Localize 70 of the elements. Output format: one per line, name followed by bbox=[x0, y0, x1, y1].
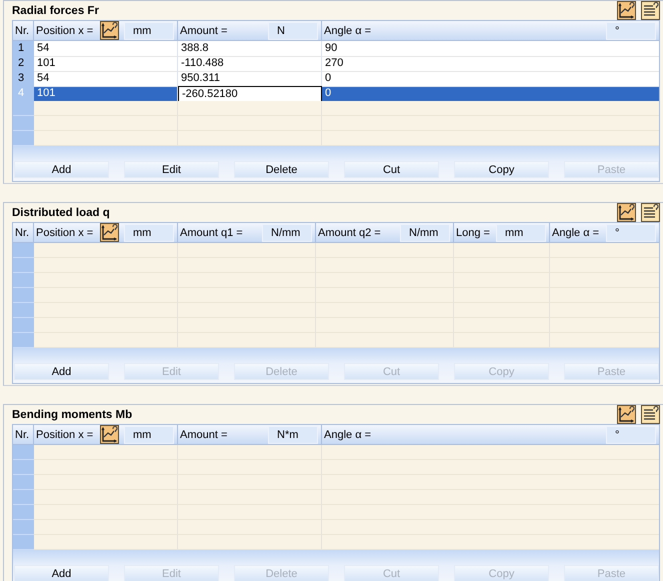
unit-field[interactable]: N*m bbox=[268, 426, 318, 444]
unit-field[interactable]: mm bbox=[124, 426, 174, 444]
row-header[interactable] bbox=[13, 520, 34, 535]
column-header: Position x = bbox=[36, 226, 94, 238]
row-header[interactable] bbox=[13, 475, 34, 490]
column-header: Amount q1 = bbox=[180, 226, 244, 238]
row-number: 4 bbox=[13, 86, 34, 102]
row-number: 1 bbox=[13, 41, 34, 57]
unit-field[interactable]: mm bbox=[496, 224, 546, 242]
row-header[interactable] bbox=[13, 333, 34, 348]
action-button[interactable]: Copy bbox=[454, 161, 549, 178]
unit-field[interactable]: ° bbox=[606, 22, 656, 40]
action-button[interactable]: Add bbox=[14, 161, 109, 178]
row-header[interactable] bbox=[13, 258, 34, 273]
column-header: Amount q2 = bbox=[318, 226, 382, 238]
unit-field[interactable]: N/mm bbox=[262, 224, 312, 242]
column-header: Amount = bbox=[180, 428, 228, 440]
column-header: Position x = bbox=[36, 24, 94, 36]
action-button[interactable]: Add bbox=[14, 363, 109, 380]
row-header[interactable] bbox=[13, 288, 34, 303]
cell-editor[interactable]: -260.52180 bbox=[178, 86, 322, 102]
chart-icon[interactable] bbox=[100, 425, 119, 444]
list-icon[interactable] bbox=[641, 203, 660, 222]
table-row[interactable]: 2 101 -110.488 270 bbox=[13, 56, 659, 71]
unit-field[interactable]: mm bbox=[124, 22, 174, 40]
row-header[interactable] bbox=[13, 460, 34, 475]
row-header[interactable] bbox=[13, 490, 34, 505]
list-icon[interactable] bbox=[641, 1, 660, 20]
column-header: Angle α = bbox=[552, 226, 600, 238]
unit-field[interactable]: ° bbox=[606, 224, 656, 242]
column-header: Nr. bbox=[13, 223, 34, 242]
row-header[interactable] bbox=[13, 273, 34, 288]
column-header: Position x = bbox=[36, 428, 94, 440]
table-row[interactable]: 3 54 950.311 0 bbox=[13, 71, 659, 86]
section-title: Distributed load q bbox=[12, 206, 111, 218]
column-header: Angle α = bbox=[324, 24, 372, 36]
unit-field[interactable]: N bbox=[268, 22, 318, 40]
chart-icon[interactable] bbox=[617, 203, 636, 222]
column-header: Nr. bbox=[13, 21, 34, 40]
row-header[interactable] bbox=[13, 303, 34, 318]
table-row[interactable]: 4 101 -260.52180 0 bbox=[13, 86, 659, 101]
action-button[interactable]: Add bbox=[14, 565, 109, 581]
chart-icon[interactable] bbox=[617, 1, 636, 20]
column-header: Angle α = bbox=[324, 428, 372, 440]
table-row[interactable]: 1 54 388.8 90 bbox=[13, 41, 659, 56]
row-header[interactable] bbox=[13, 535, 34, 550]
chart-icon[interactable] bbox=[617, 405, 636, 424]
action-button[interactable]: Edit bbox=[124, 161, 219, 178]
action-button[interactable]: Cut bbox=[344, 161, 439, 178]
row-number: 3 bbox=[13, 71, 34, 87]
chart-icon[interactable] bbox=[100, 223, 119, 242]
column-header: Long = bbox=[456, 226, 491, 238]
row-header[interactable] bbox=[13, 505, 34, 520]
row-header[interactable] bbox=[13, 318, 34, 333]
action-button[interactable]: Delete bbox=[234, 161, 329, 178]
column-header: Amount = bbox=[180, 24, 228, 36]
unit-field[interactable]: mm bbox=[124, 224, 174, 242]
row-header[interactable] bbox=[13, 131, 34, 146]
section-title: Radial forces Fr bbox=[12, 4, 100, 16]
unit-field[interactable]: N/mm bbox=[400, 224, 450, 242]
row-number: 2 bbox=[13, 56, 34, 72]
list-icon[interactable] bbox=[641, 405, 660, 424]
row-header[interactable] bbox=[13, 101, 34, 116]
row-header[interactable] bbox=[13, 445, 34, 460]
column-header: Nr. bbox=[13, 425, 34, 444]
section-title: Bending moments Mb bbox=[12, 408, 134, 420]
unit-field[interactable]: ° bbox=[606, 426, 656, 444]
chart-icon[interactable] bbox=[100, 21, 119, 40]
row-header[interactable] bbox=[13, 116, 34, 131]
row-header[interactable] bbox=[13, 243, 34, 258]
